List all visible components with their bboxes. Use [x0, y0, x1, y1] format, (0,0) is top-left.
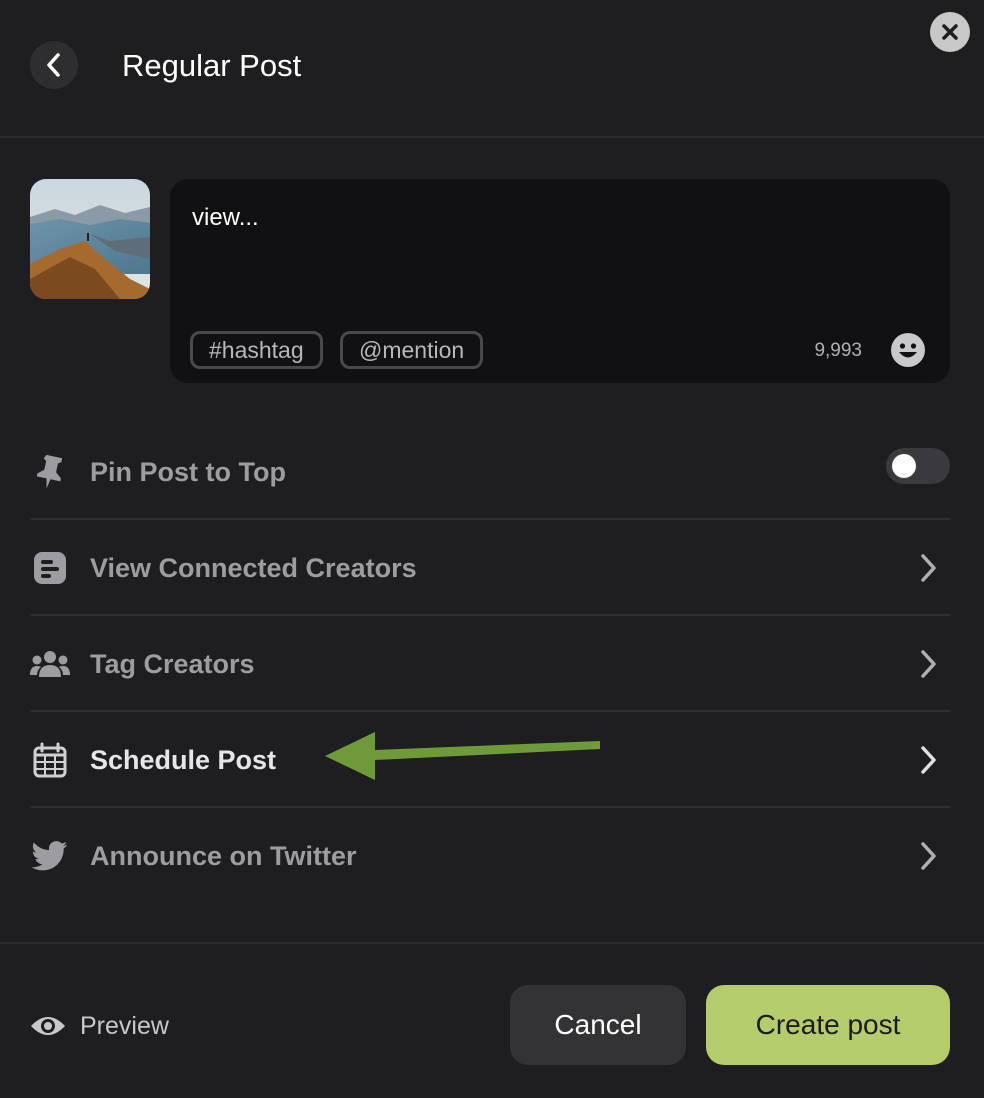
document-icon — [30, 550, 70, 586]
create-post-button[interactable]: Create post — [706, 985, 950, 1065]
users-icon — [30, 646, 70, 682]
chevron-right-icon — [921, 842, 936, 870]
chevron-right-icon — [921, 650, 936, 678]
eye-icon — [31, 1017, 65, 1035]
chevron-right-icon — [921, 746, 936, 774]
toggle-knob — [892, 454, 916, 478]
calendar-icon — [30, 742, 70, 778]
close-icon — [942, 24, 958, 40]
character-counter: 9,993 — [814, 340, 862, 361]
schedule-post-label: Schedule Post — [90, 745, 277, 775]
back-button[interactable] — [30, 41, 78, 89]
smiley-icon — [891, 333, 925, 367]
chevron-right-icon — [921, 554, 936, 582]
close-button[interactable] — [930, 12, 970, 52]
post-text-input[interactable]: view... — [192, 202, 259, 234]
page-title: Regular Post — [122, 48, 302, 83]
preview-button[interactable]: Preview — [30, 1008, 169, 1044]
twitter-icon — [30, 838, 70, 874]
tag-creators-label: Tag Creators — [90, 649, 255, 679]
view-connected-creators-row[interactable]: View Connected Creators — [30, 520, 950, 616]
pin-post-row[interactable]: Pin Post to Top — [30, 424, 950, 520]
preview-label: Preview — [80, 1011, 169, 1040]
annotation-arrow — [325, 732, 600, 780]
view-connected-creators-label: View Connected Creators — [90, 553, 417, 583]
pin-post-label: Pin Post to Top — [90, 457, 286, 487]
footer-divider — [0, 942, 984, 944]
mention-chip[interactable]: @mention — [340, 331, 484, 369]
hashtag-chip[interactable]: #hashtag — [190, 331, 323, 369]
pin-post-toggle[interactable] — [886, 448, 950, 484]
chevron-left-icon — [47, 53, 60, 77]
pin-icon — [30, 454, 70, 490]
tag-creators-row[interactable]: Tag Creators — [30, 616, 950, 712]
announce-on-twitter-row[interactable]: Announce on Twitter — [30, 808, 950, 904]
cancel-button[interactable]: Cancel — [510, 985, 686, 1065]
post-media-thumbnail[interactable] — [30, 179, 150, 299]
announce-on-twitter-label: Announce on Twitter — [90, 841, 357, 871]
emoji-button[interactable] — [890, 332, 926, 368]
header-divider — [0, 136, 984, 138]
